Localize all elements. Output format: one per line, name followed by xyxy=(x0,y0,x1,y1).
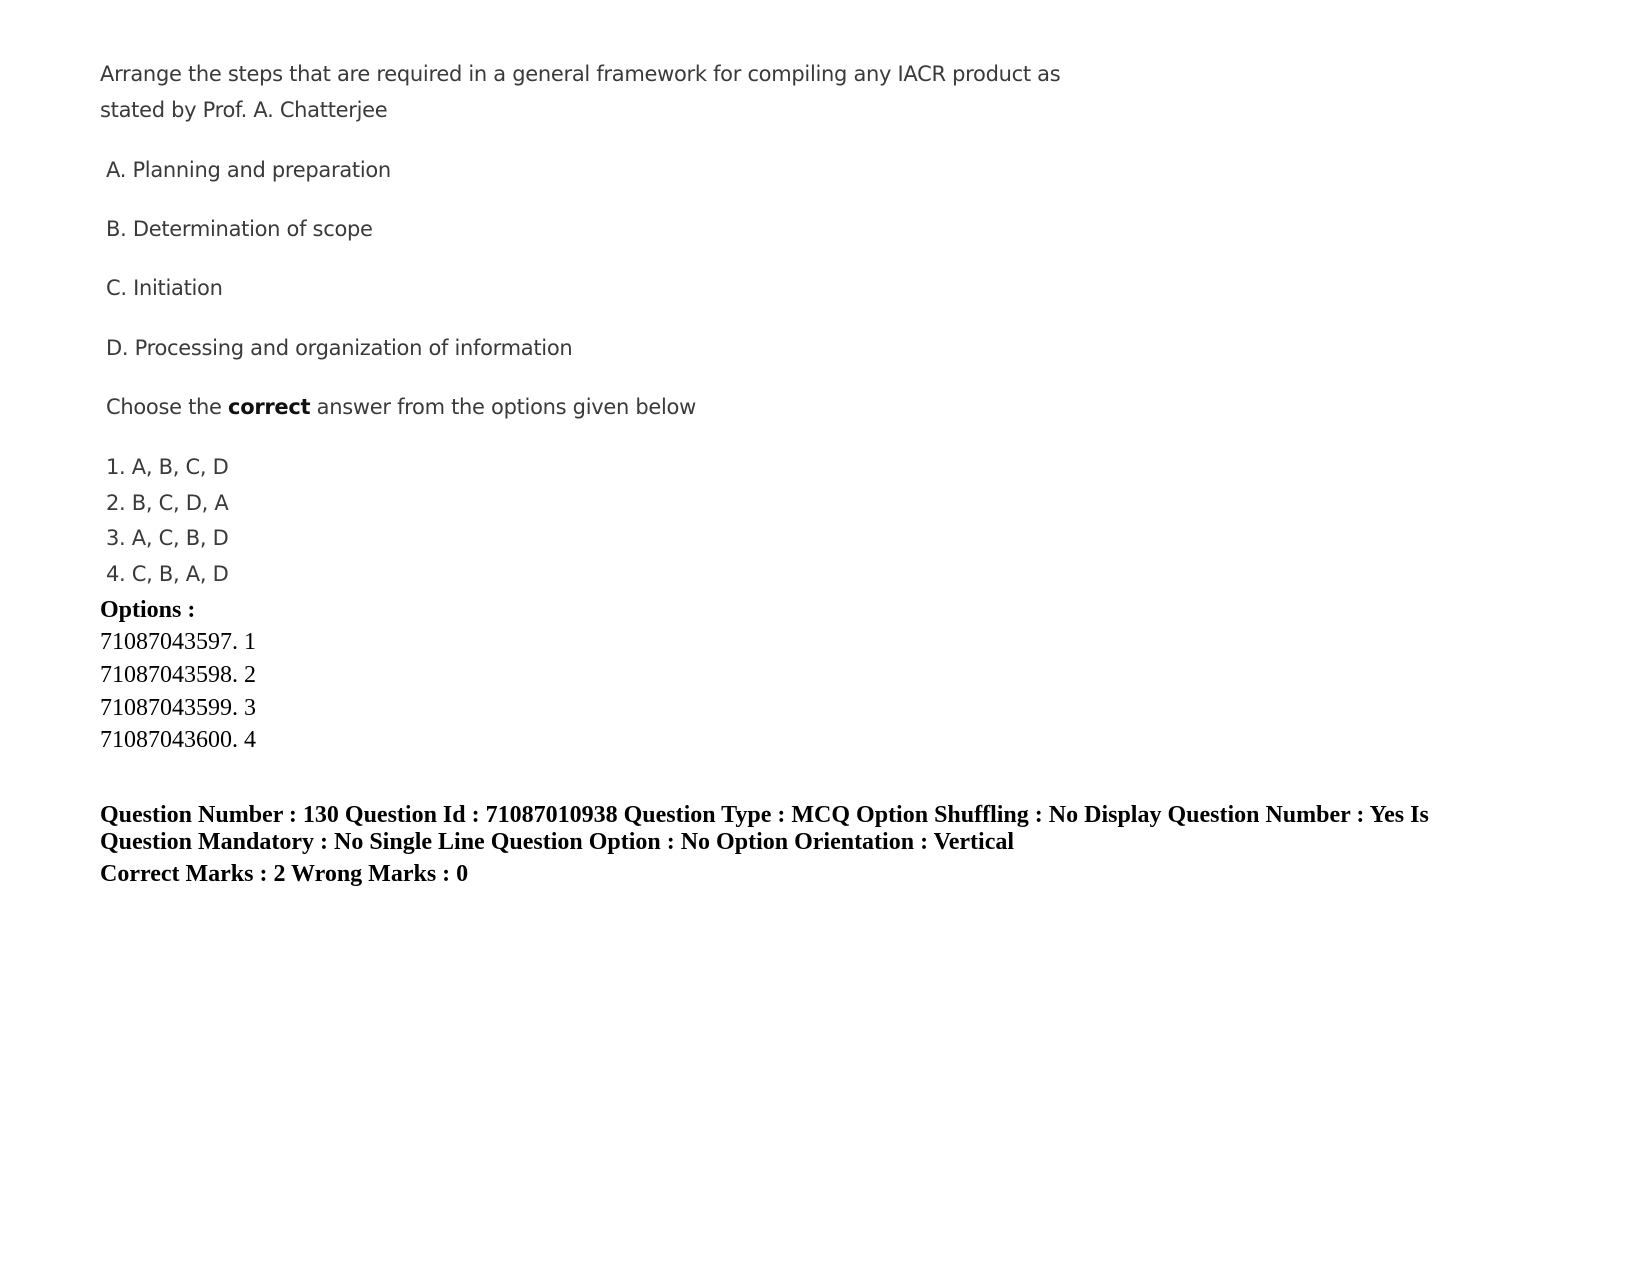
choice-3: 3. A, C, B, D xyxy=(106,526,229,550)
question-meta-line-2: Question Mandatory : No Single Line Ques… xyxy=(100,829,1015,855)
option-id-3: 71087043599. 3 xyxy=(100,695,256,721)
options-heading: Options : xyxy=(100,597,196,623)
instruction-bold: correct xyxy=(228,395,311,419)
choice-1: 1. A, B, C, D xyxy=(106,455,229,479)
option-id-1: 71087043597. 1 xyxy=(100,629,256,655)
option-id-4: 71087043600. 4 xyxy=(100,727,256,753)
step-item-b: B. Determination of scope xyxy=(106,217,373,241)
instruction-text: Choose the correct answer from the optio… xyxy=(106,395,696,419)
step-item-d: D. Processing and organization of inform… xyxy=(106,336,573,360)
option-id-2: 71087043598. 2 xyxy=(100,662,256,688)
marks-info: Correct Marks : 2 Wrong Marks : 0 xyxy=(100,861,469,887)
question-stem-line-2: stated by Prof. A. Chatterjee xyxy=(100,98,388,122)
choice-2: 2. B, C, D, A xyxy=(106,491,229,515)
question-meta-line-1: Question Number : 130 Question Id : 7108… xyxy=(100,802,1429,828)
question-meta: Question Number : 130 Question Id : 7108… xyxy=(100,802,1450,856)
question-stem-line-1: Arrange the steps that are required in a… xyxy=(100,62,1061,86)
step-item-c: C. Initiation xyxy=(106,276,223,300)
instruction-pre: Choose the xyxy=(106,395,229,419)
instruction-post: answer from the options given below xyxy=(310,395,697,419)
choice-4: 4. C, B, A, D xyxy=(106,562,229,586)
step-item-a: A. Planning and preparation xyxy=(106,158,391,182)
